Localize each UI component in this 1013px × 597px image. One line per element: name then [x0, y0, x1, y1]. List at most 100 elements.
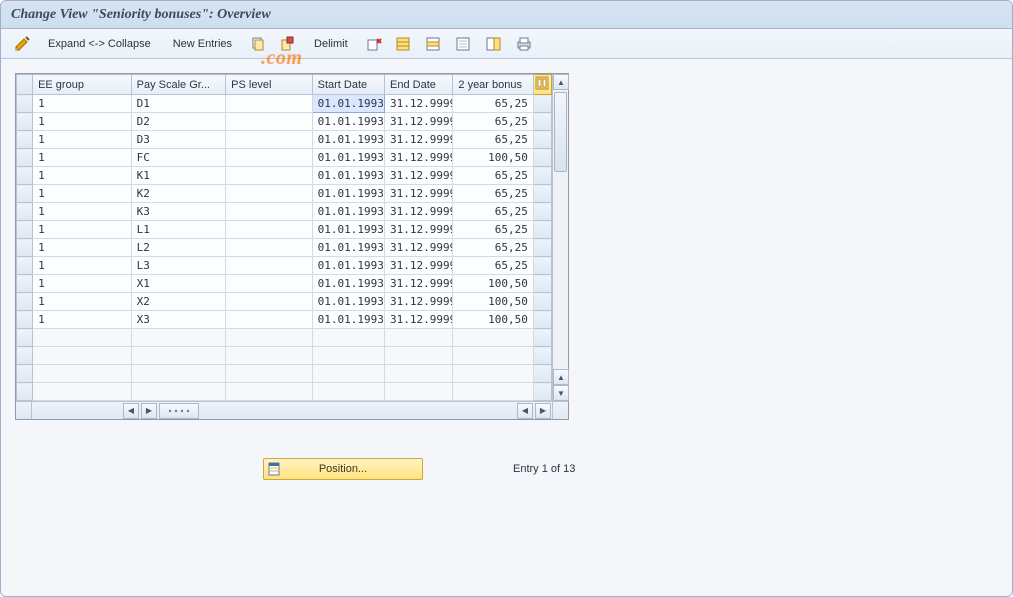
cell-empty[interactable] [226, 383, 312, 401]
row-selector[interactable] [17, 293, 33, 311]
col-ee-group[interactable]: EE group [33, 75, 132, 95]
row-selector[interactable] [17, 167, 33, 185]
cell-ee-group[interactable]: 1 [33, 221, 132, 239]
cell-pay-scale-group[interactable]: FC [131, 149, 226, 167]
deselect-all-icon[interactable] [451, 33, 477, 55]
table-row[interactable]: 1K301.01.199331.12.999965,25 [17, 203, 552, 221]
cell-pay-scale-group[interactable]: D1 [131, 95, 226, 113]
scroll-right-icon[interactable]: ▶ [141, 403, 157, 419]
table-row-empty[interactable] [17, 347, 552, 365]
table-row[interactable]: 1FC01.01.199331.12.9999100,50 [17, 149, 552, 167]
cell-ps-level[interactable] [226, 275, 312, 293]
cell-start-date[interactable]: 01.01.1993 [312, 203, 384, 221]
row-selector[interactable] [17, 257, 33, 275]
table-row[interactable]: 1D201.01.199331.12.999965,25 [17, 113, 552, 131]
col-pay-scale-group[interactable]: Pay Scale Gr... [131, 75, 226, 95]
col-end-date[interactable]: End Date [385, 75, 453, 95]
cell-ee-group[interactable]: 1 [33, 131, 132, 149]
cell-bonus[interactable]: 65,25 [453, 239, 533, 257]
cell-pay-scale-group[interactable]: L3 [131, 257, 226, 275]
cell-start-date[interactable]: 01.01.1993 [312, 185, 384, 203]
cell-bonus[interactable]: 65,25 [453, 95, 533, 113]
cell-empty[interactable] [385, 347, 453, 365]
table-row-empty[interactable] [17, 365, 552, 383]
table-row[interactable]: 1X301.01.199331.12.9999100,50 [17, 311, 552, 329]
row-selector[interactable] [17, 203, 33, 221]
cell-pay-scale-group[interactable]: D2 [131, 113, 226, 131]
row-selector[interactable] [17, 185, 33, 203]
row-selector[interactable] [17, 365, 33, 383]
table-row[interactable]: 1D301.01.199331.12.999965,25 [17, 131, 552, 149]
cell-start-date[interactable]: 01.01.1993 [312, 113, 384, 131]
cell-ps-level[interactable] [226, 113, 312, 131]
toggle-edit-icon[interactable] [9, 33, 35, 55]
cell-empty[interactable] [131, 383, 226, 401]
select-all-icon[interactable] [391, 33, 417, 55]
scroll-down-step-icon[interactable]: ▲ [553, 369, 569, 385]
print-icon[interactable] [511, 33, 537, 55]
cell-ee-group[interactable]: 1 [33, 257, 132, 275]
cell-ee-group[interactable]: 1 [33, 113, 132, 131]
select-block-icon[interactable] [421, 33, 447, 55]
cell-bonus[interactable]: 65,25 [453, 221, 533, 239]
row-selector[interactable] [17, 149, 33, 167]
scroll-last-icon[interactable]: ▶ [535, 403, 551, 419]
cell-bonus[interactable]: 100,50 [453, 275, 533, 293]
cell-pay-scale-group[interactable]: X2 [131, 293, 226, 311]
row-selector[interactable] [17, 131, 33, 149]
cell-end-date[interactable]: 31.12.9999 [385, 167, 453, 185]
layout-icon[interactable] [481, 33, 507, 55]
cell-empty[interactable] [312, 347, 384, 365]
cell-start-date[interactable]: 01.01.1993 [312, 149, 384, 167]
table-row[interactable]: 1K201.01.199331.12.999965,25 [17, 185, 552, 203]
cell-empty[interactable] [33, 383, 132, 401]
cell-ee-group[interactable]: 1 [33, 275, 132, 293]
cell-bonus[interactable]: 65,25 [453, 203, 533, 221]
cell-start-date[interactable]: 01.01.1993 [312, 257, 384, 275]
cell-start-date[interactable]: 01.01.1993 [312, 167, 384, 185]
row-selector[interactable] [17, 311, 33, 329]
cell-start-date[interactable]: 01.01.1993 [312, 239, 384, 257]
cell-start-date[interactable]: 01.01.1993 [312, 311, 384, 329]
cell-pay-scale-group[interactable]: K2 [131, 185, 226, 203]
configure-columns-icon[interactable] [533, 75, 551, 95]
cell-ps-level[interactable] [226, 311, 312, 329]
row-selector[interactable] [17, 113, 33, 131]
scroll-thumb[interactable] [554, 92, 567, 172]
cell-end-date[interactable]: 31.12.9999 [385, 293, 453, 311]
cell-pay-scale-group[interactable]: L2 [131, 239, 226, 257]
cell-end-date[interactable]: 31.12.9999 [385, 131, 453, 149]
cell-empty[interactable] [131, 365, 226, 383]
cell-empty[interactable] [453, 365, 533, 383]
cell-ee-group[interactable]: 1 [33, 167, 132, 185]
delete-icon[interactable] [361, 33, 387, 55]
cell-end-date[interactable]: 31.12.9999 [385, 257, 453, 275]
cell-empty[interactable] [131, 347, 226, 365]
position-button[interactable]: Position... [263, 458, 423, 480]
cell-pay-scale-group[interactable]: D3 [131, 131, 226, 149]
cell-empty[interactable] [33, 365, 132, 383]
cell-ps-level[interactable] [226, 239, 312, 257]
table-row[interactable]: 1L201.01.199331.12.999965,25 [17, 239, 552, 257]
cell-empty[interactable] [131, 329, 226, 347]
cell-bonus[interactable]: 65,25 [453, 113, 533, 131]
cell-bonus[interactable]: 100,50 [453, 149, 533, 167]
cell-empty[interactable] [33, 347, 132, 365]
cell-bonus[interactable]: 100,50 [453, 293, 533, 311]
cell-ee-group[interactable]: 1 [33, 185, 132, 203]
table-row[interactable]: 1K101.01.199331.12.999965,25 [17, 167, 552, 185]
cell-bonus[interactable]: 100,50 [453, 311, 533, 329]
cell-empty[interactable] [385, 383, 453, 401]
row-selector[interactable] [17, 383, 33, 401]
cell-empty[interactable] [226, 329, 312, 347]
cell-ps-level[interactable] [226, 257, 312, 275]
cell-ps-level[interactable] [226, 149, 312, 167]
cell-end-date[interactable]: 31.12.9999 [385, 95, 453, 113]
cell-start-date[interactable]: 01.01.1993 [312, 221, 384, 239]
row-selector[interactable] [17, 239, 33, 257]
table-row-empty[interactable] [17, 383, 552, 401]
cell-ee-group[interactable]: 1 [33, 95, 132, 113]
new-entries-button[interactable]: New Entries [164, 33, 241, 55]
cell-end-date[interactable]: 31.12.9999 [385, 275, 453, 293]
cell-empty[interactable] [226, 365, 312, 383]
